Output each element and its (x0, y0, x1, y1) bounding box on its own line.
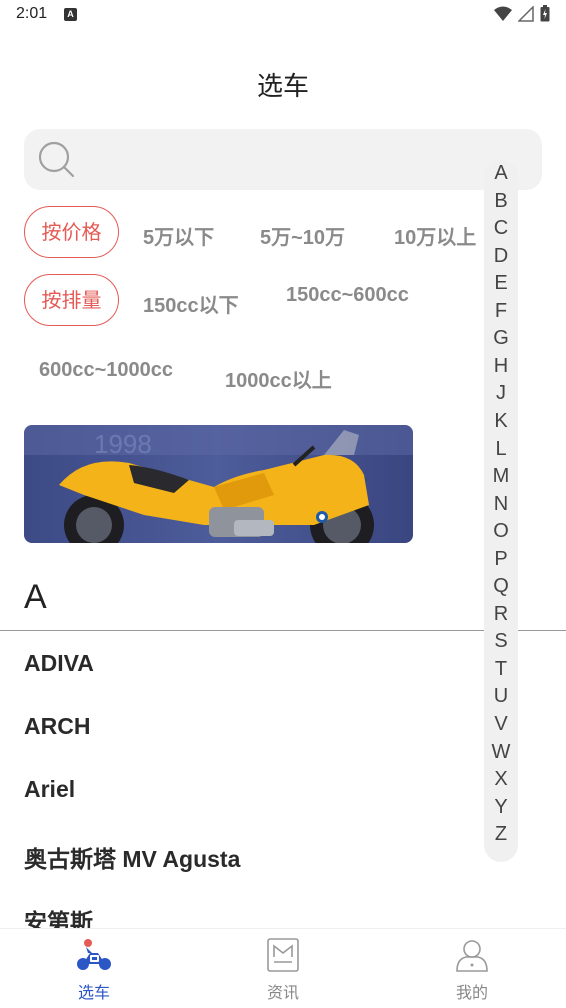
alphabet-letter-a[interactable]: A (484, 162, 518, 184)
alphabet-letter-n[interactable]: N (484, 493, 518, 515)
alphabet-index[interactable]: ABCDEFGHJKLMNOPQRSTUVWXYZ (484, 160, 518, 862)
alphabet-letter-g[interactable]: G (484, 327, 518, 349)
alphabet-letter-u[interactable]: U (484, 685, 518, 707)
alphabet-letter-f[interactable]: F (484, 300, 518, 322)
svg-text:1998: 1998 (94, 429, 152, 459)
nav-item-profile[interactable]: 我的 (412, 929, 532, 1008)
alphabet-letter-d[interactable]: D (484, 245, 518, 267)
alphabet-letter-v[interactable]: V (484, 713, 518, 735)
motorcycle-photo: 1998 (24, 425, 413, 543)
nav-item-select-car[interactable]: 选车 (34, 929, 154, 1008)
alphabet-letter-b[interactable]: B (484, 190, 518, 212)
price-option-over-10w[interactable]: 10万以上 (394, 221, 476, 250)
news-icon (267, 938, 299, 972)
displacement-option-over-1000[interactable]: 1000cc以上 (225, 364, 332, 393)
nav-label-profile: 我的 (455, 983, 488, 1002)
price-filter-label[interactable]: 按价格 (24, 206, 119, 258)
alphabet-letter-s[interactable]: S (484, 630, 518, 652)
search-icon (38, 141, 75, 178)
displacement-option-under-150[interactable]: 150cc以下 (143, 289, 239, 318)
motorcycle-icon (77, 939, 111, 970)
alphabet-letter-e[interactable]: E (484, 272, 518, 294)
displacement-filter-label[interactable]: 按排量 (24, 274, 119, 326)
nav-label-news: 资讯 (266, 983, 299, 1002)
alphabet-letter-r[interactable]: R (484, 603, 518, 625)
alphabet-letter-y[interactable]: Y (484, 796, 518, 818)
wifi-icon (494, 6, 512, 21)
notification-icon: A (64, 8, 77, 21)
search-input[interactable] (86, 143, 486, 177)
price-option-5w-10w[interactable]: 5万~10万 (260, 221, 345, 250)
alphabet-letter-l[interactable]: L (484, 438, 518, 460)
displacement-option-600-1000[interactable]: 600cc~1000cc (39, 359, 173, 382)
search-bar[interactable] (24, 129, 542, 190)
divider (0, 630, 566, 631)
alphabet-letter-t[interactable]: T (484, 658, 518, 680)
nav-item-news[interactable]: 资讯 (223, 929, 343, 1008)
screen: 2:01 A 选车 按价格 5万以下 5万~10万 10万以上 按排量 150c… (0, 0, 566, 1008)
profile-icon (456, 940, 488, 972)
displacement-option-150-600[interactable]: 150cc~600cc (286, 284, 409, 307)
brand-item[interactable]: Ariel (24, 776, 75, 803)
alphabet-letter-p[interactable]: P (484, 548, 518, 570)
page-title: 选车 (256, 72, 309, 102)
brand-item[interactable]: 奥古斯塔 MV Agusta (24, 840, 240, 874)
status-bar: 2:01 A (0, 0, 566, 30)
alphabet-letter-w[interactable]: W (484, 741, 518, 763)
brand-item[interactable]: ADIVA (24, 650, 94, 677)
brand-item[interactable]: ARCH (24, 713, 90, 740)
alphabet-letter-h[interactable]: H (484, 355, 518, 377)
nav-label-select-car: 选车 (77, 983, 110, 1002)
alphabet-letter-m[interactable]: M (484, 465, 518, 487)
alphabet-letter-o[interactable]: O (484, 520, 518, 542)
alphabet-letter-k[interactable]: K (484, 410, 518, 432)
price-option-under-5w[interactable]: 5万以下 (143, 221, 214, 250)
signal-icon (518, 5, 534, 22)
alphabet-letter-z[interactable]: Z (484, 823, 518, 845)
banner-image[interactable]: 1998 (24, 425, 413, 543)
status-time: 2:01 (16, 5, 48, 22)
alphabet-letter-c[interactable]: C (484, 217, 518, 239)
bottom-nav: 选车 资讯 我的 (0, 928, 566, 1008)
status-icons (494, 5, 550, 22)
alphabet-letter-x[interactable]: X (484, 768, 518, 790)
battery-icon (540, 5, 550, 22)
alphabet-letter-j[interactable]: J (484, 382, 518, 404)
alphabet-letter-q[interactable]: Q (484, 575, 518, 597)
section-letter: A (24, 578, 47, 616)
